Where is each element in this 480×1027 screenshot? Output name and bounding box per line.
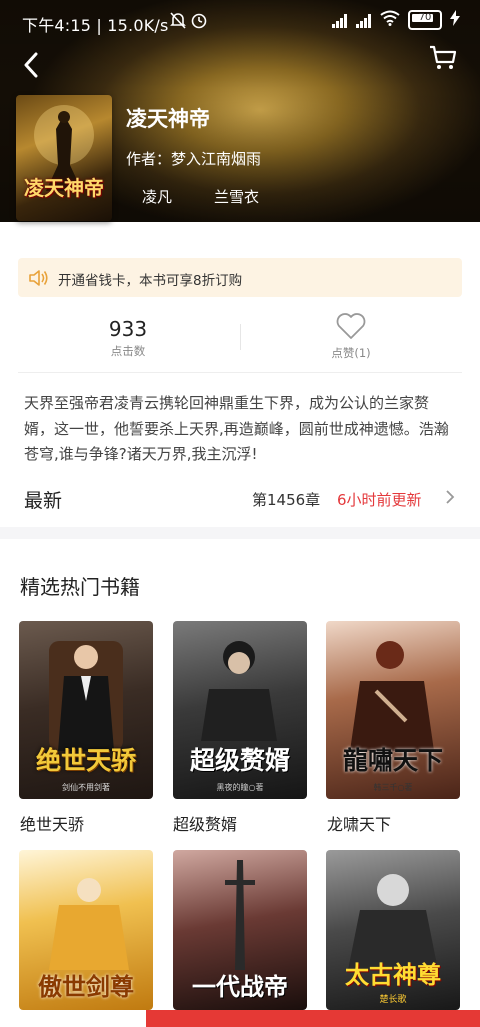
book-cover-5[interactable]: 一代战帝 — [173, 850, 307, 1010]
status-bar: 下午4:15 | 15.0K/s 70 — [0, 0, 480, 40]
book-name-3[interactable]: 龙啸天下 — [327, 811, 391, 835]
battery-level: 70 — [418, 12, 432, 23]
book-name-2[interactable]: 超级赘婿 — [173, 811, 237, 835]
promo-text: 开通省钱卡，本书可享8折订购 — [58, 273, 243, 289]
cover-author: 韩三千○著 — [373, 783, 413, 792]
promo-banner[interactable]: 开通省钱卡，本书可享8折订购 — [18, 258, 462, 297]
wifi-icon — [380, 10, 400, 30]
book-name-1[interactable]: 绝世天骄 — [20, 811, 84, 835]
book-cover-3[interactable]: 龍嘯天下 韩三千○著 — [326, 621, 460, 799]
battery-icon: 70 — [408, 10, 442, 30]
cover-title: 绝世天骄 — [35, 746, 136, 775]
cover-title: 凌天神帝 — [24, 176, 104, 200]
cover-author: 剑仙不用剑著 — [62, 783, 110, 792]
alarm-icon — [190, 11, 208, 33]
character-tag-1[interactable]: 凌凡 — [142, 186, 172, 207]
shopping-cart-icon — [430, 45, 457, 69]
like-count-label: 点赞(1) — [331, 346, 371, 360]
latest-label: 最新 — [24, 490, 63, 512]
mute-bell-icon — [170, 11, 186, 33]
cover-title: 龍嘯天下 — [342, 746, 443, 775]
book-cover-1[interactable]: 绝世天骄 剑仙不用剑著 — [19, 621, 153, 799]
stats-divider — [240, 324, 241, 350]
hot-books-title: 精选热门书籍 — [20, 575, 140, 599]
cover-art-figure — [34, 105, 94, 191]
status-time: 下午4:15 | 15.0K/s — [22, 16, 169, 35]
click-count: 933 — [108, 317, 148, 341]
charging-icon — [450, 10, 460, 30]
book-title: 凌天神帝 — [126, 107, 210, 131]
chevron-right-icon[interactable] — [445, 488, 455, 511]
signal-icon — [332, 12, 348, 28]
latest-chapter[interactable]: 第1456章 — [252, 489, 320, 510]
cover-title: 傲世剑尊 — [38, 972, 134, 1001]
cover-author: 黑夜的瞳○著 — [216, 783, 264, 792]
latest-update-time[interactable]: 6小时前更新 — [337, 489, 422, 510]
back-arrow-icon — [24, 52, 38, 78]
book-cover: 凌天神帝 — [16, 95, 112, 221]
book-author[interactable]: 作者：梦入江南烟雨 — [126, 148, 261, 169]
speaker-icon — [28, 268, 50, 292]
book-cover-4[interactable]: 傲世剑尊 — [19, 850, 153, 1010]
section-separator — [0, 527, 480, 539]
bottom-action-bar[interactable] — [146, 1010, 480, 1027]
like-button[interactable] — [335, 312, 367, 344]
click-count-label: 点击数 — [110, 344, 146, 358]
book-description[interactable]: 天界至强帝君凌青云携轮回神鼎重生下界，成为公认的兰家赘婿，这一世，他誓要杀上天界… — [24, 391, 456, 468]
back-button[interactable] — [22, 52, 40, 82]
cover-title: 一代战帝 — [192, 972, 288, 1001]
book-cover-6[interactable]: 太古神尊 楚长歌 — [326, 850, 460, 1010]
cover-author: 楚长歌 — [379, 995, 407, 1005]
cover-title: 超级赘婿 — [189, 746, 290, 775]
section-divider — [18, 372, 462, 373]
status-right-icons: 70 — [332, 10, 460, 30]
signal-icon-2 — [356, 12, 372, 28]
book-cover-2[interactable]: 超级赘婿 黑夜的瞳○著 — [173, 621, 307, 799]
character-tag-2[interactable]: 兰雪衣 — [214, 186, 259, 207]
cart-button[interactable] — [428, 44, 458, 76]
heart-icon — [336, 313, 366, 339]
cover-title: 太古神尊 — [345, 960, 441, 989]
